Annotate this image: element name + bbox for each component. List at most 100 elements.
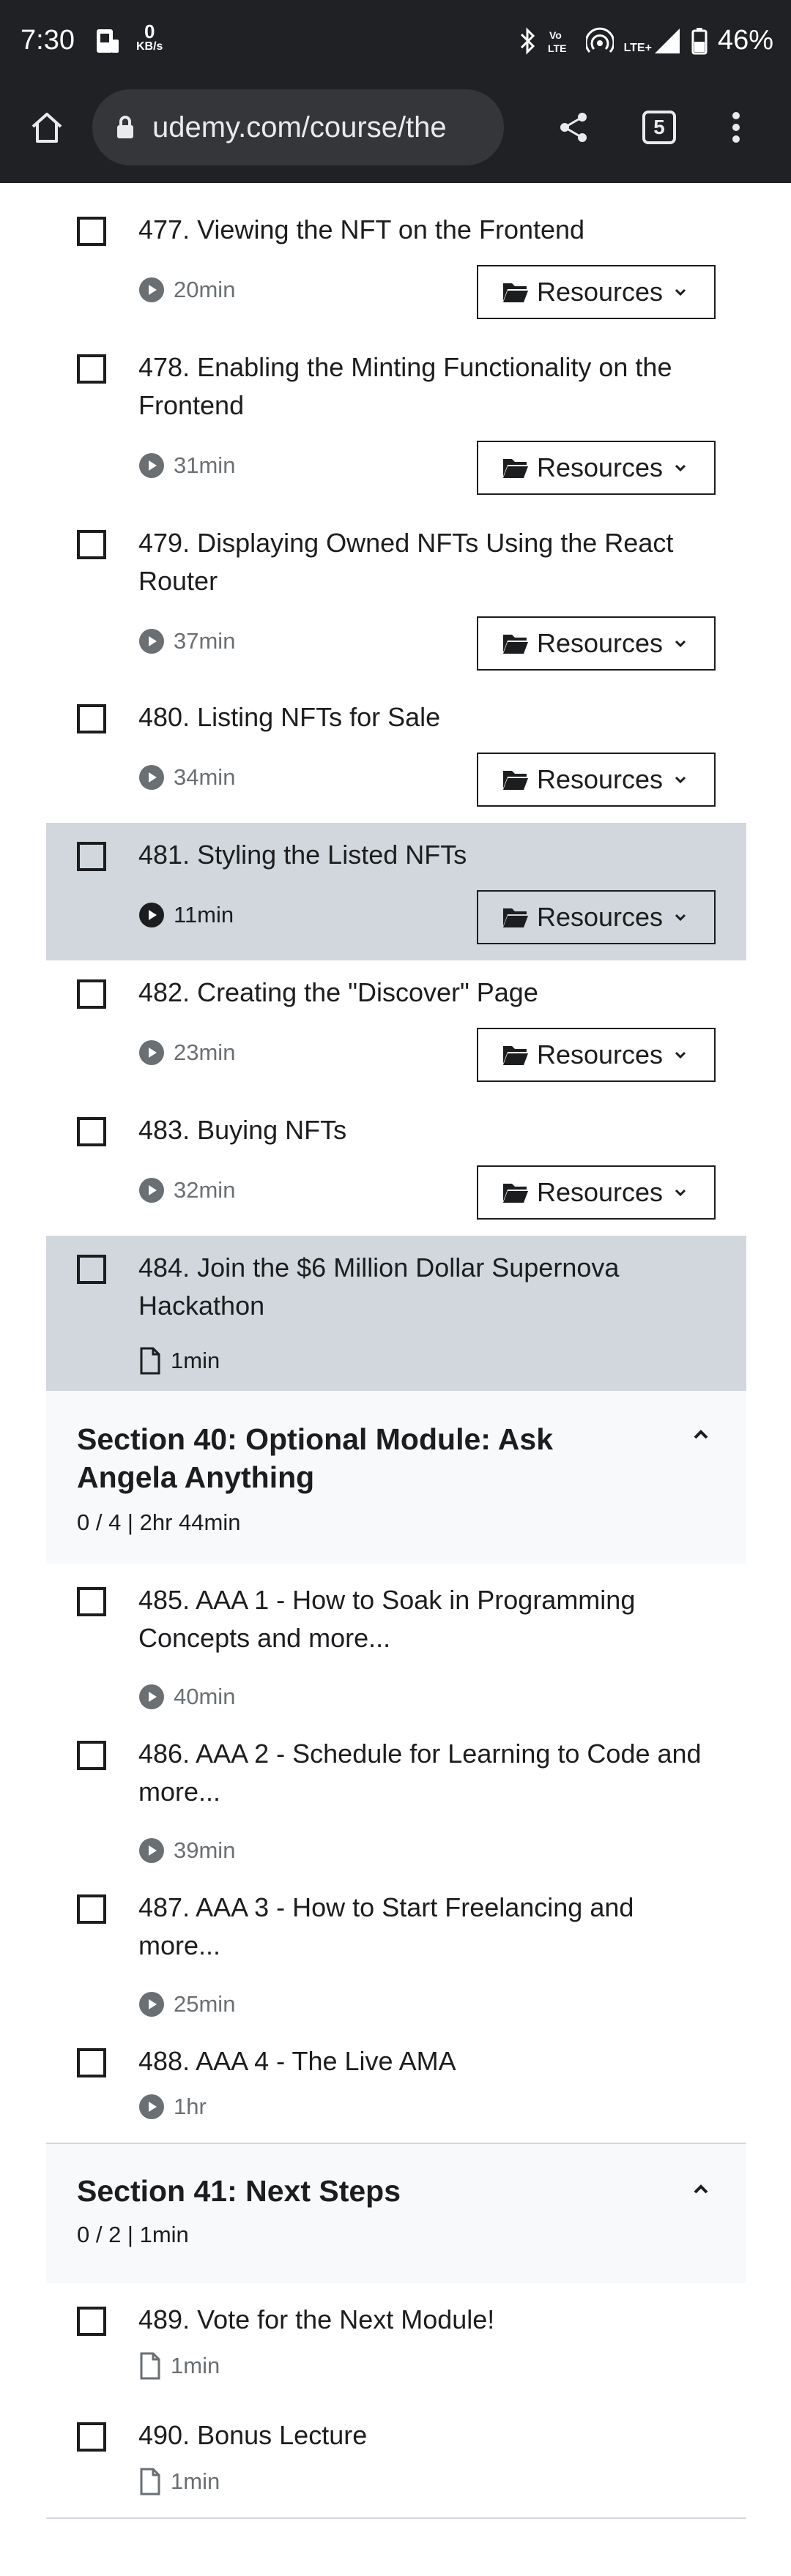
lecture-meta: 1min [138,2352,220,2380]
volte-icon: VoLTE [548,29,566,54]
lecture-title: 485. AAA 1 - How to Soak in Programming … [138,1585,636,1653]
browser-menu-button[interactable] [710,102,762,152]
lecture-checkbox[interactable] [77,979,106,1009]
lecture-item[interactable]: 488. AAA 4 - The Live AMA 1hr [46,2025,746,2140]
signal-icon: LTE+ [624,27,681,55]
chevron-down-icon [675,1051,686,1059]
lecture-item[interactable]: 489. Vote for the Next Module! 1min [46,2283,746,2399]
home-button[interactable] [18,102,76,152]
lecture-meta: 31min [138,452,235,479]
lecture-item[interactable]: 490. Bonus Lecture 1min [46,2399,746,2515]
lecture-checkbox[interactable] [77,842,106,871]
resources-button[interactable]: Resources [477,753,716,807]
play-icon [139,765,164,790]
play-icon [139,453,164,478]
resources-button[interactable]: Resources [477,616,716,671]
section-meta: 0 / 4 | 2hr 44min [77,1509,241,1535]
lecture-title: 483. Buying NFTs [138,1115,347,1145]
tab-count: 5 [642,111,676,144]
lecture-item[interactable]: 486. AAA 2 - Schedule for Learning to Co… [46,1717,746,1871]
lecture-title: 482. Creating the "Discover" Page [138,977,538,1007]
lecture-checkbox[interactable] [77,530,106,559]
lecture-item[interactable]: 487. AAA 3 - How to Start Freelancing an… [46,1871,746,2025]
lecture-duration: 37min [174,628,236,654]
lecture-checkbox[interactable] [77,1741,106,1770]
svg-text:Vo: Vo [549,29,562,41]
divider [46,2517,746,2519]
lecture-item[interactable]: 482. Creating the "Discover" Page 23min … [46,960,746,1098]
lecture-duration: 1min [171,2468,220,2494]
play-icon [139,1684,164,1709]
lecture-item[interactable]: 484. Join the $6 Million Dollar Supernov… [46,1236,746,1391]
lecture-checkbox[interactable] [77,2048,106,2077]
lecture-checkbox[interactable] [77,2307,106,2336]
chevron-down-icon [675,776,686,784]
lecture-duration: 11min [174,902,234,927]
lecture-item[interactable]: 478. Enabling the Minting Functionality … [46,321,746,496]
folder-icon [502,1184,528,1203]
lecture-checkbox[interactable] [77,1587,106,1616]
lecture-item-current[interactable]: 481. Styling the Listed NFTs 11min Resou… [46,823,746,960]
chevron-down-icon [675,288,686,296]
lecture-item[interactable]: 485. AAA 1 - How to Soak in Programming … [46,1564,746,1717]
lecture-meta: 11min [138,902,234,928]
lecture-item[interactable]: 480. Listing NFTs for Sale 34min Resourc… [46,671,746,808]
lecture-duration: 23min [174,1039,236,1065]
lecture-meta: 20min [138,277,235,303]
lecture-checkbox[interactable] [77,217,106,246]
share-button[interactable] [545,102,604,152]
lecture-checkbox[interactable] [77,1894,106,1924]
section-meta: 0 / 2 | 1min [77,2222,189,2247]
section-header[interactable]: Section 41: Next Steps 0 / 2 | 1min [46,2144,746,2283]
lock-icon [117,116,133,138]
section-header[interactable]: Section 40: Optional Module: Ask Angela … [46,1391,746,1564]
lecture-title: 484. Join the $6 Million Dollar Supernov… [138,1252,620,1321]
lecture-checkbox[interactable] [77,354,106,384]
lecture-checkbox[interactable] [77,704,106,733]
lecture-checkbox[interactable] [77,2422,106,2452]
lecture-item[interactable]: 479. Displaying Owned NFTs Using the Rea… [46,496,746,671]
resources-button[interactable]: Resources [477,1165,716,1220]
lecture-meta: 39min [138,1837,235,1864]
status-right-group: Vo LTE LTE+ 46% [519,25,773,56]
resources-label: Resources [536,628,664,658]
folder-icon [502,1046,528,1065]
tab-switcher-button[interactable]: 5 [630,102,688,152]
play-icon [139,2094,164,2119]
home-icon [31,113,62,143]
resources-button[interactable]: Resources [477,441,716,495]
lecture-title: 487. AAA 3 - How to Start Freelancing an… [138,1892,634,1960]
lecture-title: 481. Styling the Listed NFTs [138,840,467,870]
resources-button[interactable]: Resources [477,265,716,319]
lecture-duration: 39min [174,1837,236,1863]
chevron-down-icon [675,1189,686,1197]
battery-percent: 46% [717,25,773,56]
lecture-item[interactable]: 477. Viewing the NFT on the Frontend 20m… [46,183,746,321]
lecture-duration: 25min [174,1991,236,2017]
folder-icon [502,459,528,478]
lecture-title: 489. Vote for the Next Module! [138,2304,495,2334]
lecture-title: 480. Listing NFTs for Sale [138,702,441,732]
chevron-up-icon[interactable] [686,1420,716,1449]
lecture-meta: 1min [138,2468,220,2495]
lecture-title: 477. Viewing the NFT on the Frontend [138,214,585,244]
play-icon [139,1178,164,1203]
document-icon [140,2352,160,2380]
lecture-meta: 37min [138,628,235,654]
lecture-checkbox[interactable] [77,1117,106,1146]
svg-text:LTE: LTE [548,42,566,54]
lecture-item[interactable]: 483. Buying NFTs 32min Resources [46,1098,746,1236]
resources-button[interactable]: Resources [477,1028,716,1082]
lecture-title: 488. AAA 4 - The Live AMA [138,2046,456,2076]
bluetooth-icon [520,26,535,55]
document-icon [140,1347,160,1375]
lecture-duration: 1min [171,1348,220,1373]
address-bar[interactable]: udemy.com/course/the [92,89,504,165]
chevron-down-icon [675,914,686,922]
resources-label: Resources [536,764,664,794]
more-vert-icon [732,112,740,143]
resources-button[interactable]: Resources [477,890,716,944]
chevron-up-icon[interactable] [686,2175,716,2204]
lecture-meta: 34min [138,764,235,791]
lecture-checkbox[interactable] [77,1255,106,1284]
